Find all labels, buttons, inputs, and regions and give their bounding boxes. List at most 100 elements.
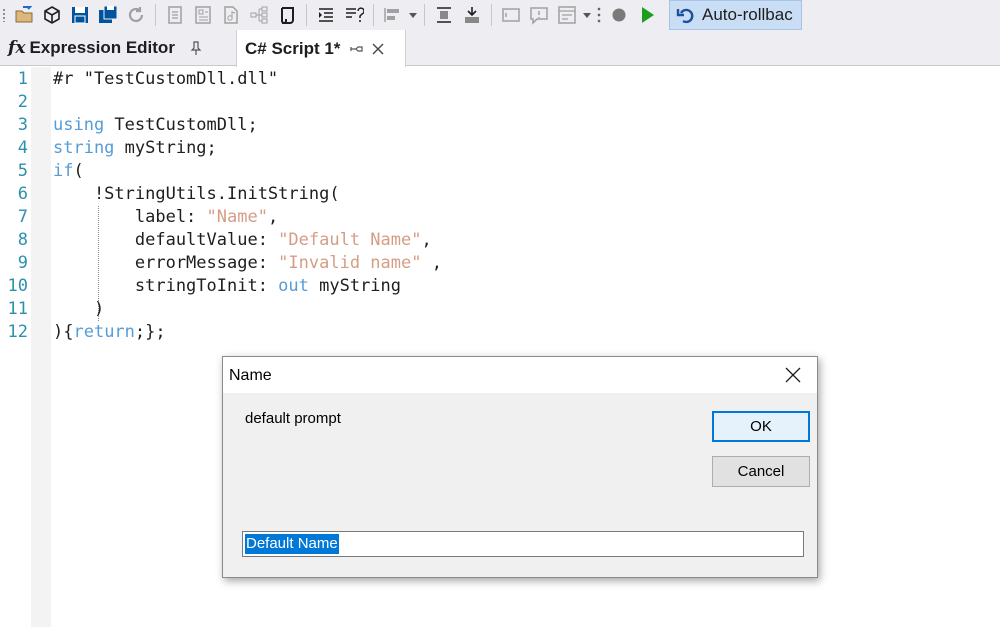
code-text: label: "Name", <box>53 207 279 227</box>
name-input[interactable]: Default Name <box>242 531 804 557</box>
line-number: 5 <box>17 161 28 181</box>
line-number: 8 <box>17 230 28 250</box>
overflow-dots-icon[interactable] <box>596 6 602 24</box>
code-line: 4 string myString; <box>0 137 1000 160</box>
line-number: 3 <box>17 115 28 135</box>
dialog-button[interactable] <box>553 2 581 28</box>
code-line: 8 defaultValue: "Default Name", <box>0 229 1000 252</box>
toolbar-separator <box>373 4 374 26</box>
align-dropdown[interactable] <box>407 2 419 28</box>
message-button[interactable] <box>525 2 553 28</box>
distribute-button[interactable] <box>430 2 458 28</box>
script-button[interactable] <box>273 2 301 28</box>
indent-button[interactable] <box>312 2 340 28</box>
dialog-title-bar[interactable]: Name <box>223 357 817 393</box>
dialog-title: Name <box>229 367 272 384</box>
form-button[interactable] <box>189 2 217 28</box>
package-button[interactable] <box>38 2 66 28</box>
save-button[interactable] <box>66 2 94 28</box>
code-text: #r "TestCustomDll.dll" <box>53 69 279 89</box>
code-text: stringToInit: out myString <box>53 276 402 296</box>
code-text: defaultValue: "Default Name", <box>53 230 432 250</box>
package-icon <box>44 6 60 24</box>
close-dialog-icon[interactable] <box>783 365 803 385</box>
dialog-icon <box>558 6 576 24</box>
save-all-icon <box>99 5 118 23</box>
fx-icon: fx <box>8 38 26 58</box>
code-line: 12 ){return;}; <box>0 321 1000 344</box>
code-line: 1 #r "TestCustomDll.dll" <box>0 68 1000 91</box>
comment-button[interactable] <box>340 2 368 28</box>
pin-icon[interactable] <box>350 42 364 56</box>
code-text: using TestCustomDll; <box>53 115 258 135</box>
save-all-button[interactable] <box>94 2 122 28</box>
document-button[interactable] <box>161 2 189 28</box>
move-button[interactable] <box>458 2 486 28</box>
toolbar: Auto-rollbac <box>0 0 1000 30</box>
media-icon <box>224 6 238 24</box>
tree-icon <box>250 6 268 24</box>
tab-label: C# Script 1* <box>245 38 341 58</box>
input-selected-text: Default Name <box>245 534 339 554</box>
line-number: 1 <box>17 69 28 89</box>
line-number: 9 <box>17 253 28 273</box>
document-tabs: fx Expression Editor C# Script 1* <box>0 30 1000 67</box>
line-number: 12 <box>7 322 28 342</box>
refresh-button[interactable] <box>122 2 150 28</box>
line-number: 6 <box>17 184 28 204</box>
chevron-down-icon <box>409 12 417 18</box>
dialog-dropdown[interactable] <box>581 2 593 28</box>
line-number: 10 <box>7 276 28 296</box>
code-line: 2 <box>0 91 1000 114</box>
cancel-button[interactable]: Cancel <box>712 456 810 487</box>
media-button[interactable] <box>217 2 245 28</box>
code-text: errorMessage: "Invalid name" , <box>53 253 442 273</box>
form-icon <box>195 6 211 24</box>
line-number: 4 <box>17 138 28 158</box>
tree-button[interactable] <box>245 2 273 28</box>
pin-icon[interactable] <box>189 41 203 55</box>
code-line: 10 stringToInit: out myString <box>0 275 1000 298</box>
script-icon <box>281 7 294 24</box>
toolbar-separator <box>491 4 492 26</box>
undo-icon <box>676 8 694 24</box>
record-button[interactable] <box>605 2 633 28</box>
record-icon <box>612 8 626 22</box>
code-line: 3 using TestCustomDll; <box>0 114 1000 137</box>
dialog-prompt: default prompt <box>245 410 341 427</box>
align-icon <box>384 8 399 22</box>
toolbar-separator <box>306 4 307 26</box>
toolbar-grip[interactable] <box>2 8 6 22</box>
code-text: if( <box>53 161 84 181</box>
open-folder-icon <box>15 6 33 23</box>
run-button[interactable] <box>633 2 661 28</box>
textbox-button[interactable] <box>497 2 525 28</box>
code-line: 11 ) <box>0 298 1000 321</box>
play-icon <box>642 7 654 23</box>
code-text: !StringUtils.InitString( <box>53 184 340 204</box>
code-line: 6 !StringUtils.InitString( <box>0 183 1000 206</box>
code-line: 9 errorMessage: "Invalid name" , <box>0 252 1000 275</box>
refresh-icon <box>128 7 144 23</box>
toolbar-separator <box>424 4 425 26</box>
toolbar-separator <box>155 4 156 26</box>
ok-button[interactable]: OK <box>712 411 810 442</box>
save-icon <box>72 7 88 24</box>
auto-rollback-button[interactable]: Auto-rollbac <box>669 0 802 30</box>
tab-csharp-script[interactable]: C# Script 1* <box>236 30 406 67</box>
line-number: 7 <box>17 207 28 227</box>
tab-label: Expression Editor <box>29 38 175 57</box>
code-text: ) <box>53 299 105 319</box>
tab-expression-editor[interactable]: fx Expression Editor <box>0 30 236 66</box>
code-line: 5 if( <box>0 160 1000 183</box>
comment-icon <box>346 7 364 22</box>
align-button[interactable] <box>379 2 407 28</box>
textbox-icon <box>502 8 520 22</box>
close-tab-icon[interactable] <box>370 41 386 57</box>
chevron-down-icon <box>583 12 591 18</box>
open-folder-button[interactable] <box>10 2 38 28</box>
code-text: ){return;}; <box>53 322 166 342</box>
input-dialog: Name default prompt OK Cancel Default Na… <box>222 356 818 578</box>
code-line: 7 label: "Name", <box>0 206 1000 229</box>
code-text: string myString; <box>53 138 217 158</box>
